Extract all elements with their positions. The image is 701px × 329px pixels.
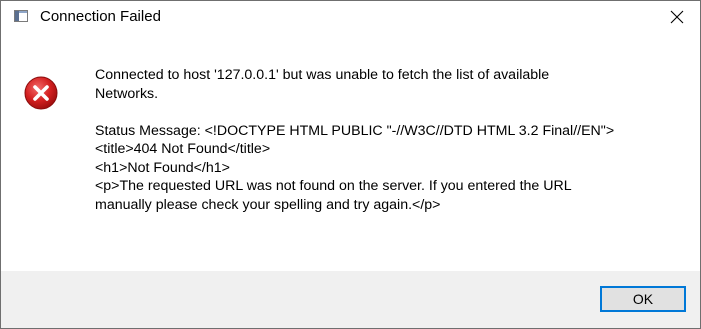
status-message-line: Status Message: <!DOCTYPE HTML PUBLIC "-… xyxy=(95,122,615,139)
message-line: Connected to host '127.0.0.1' but was un… xyxy=(95,67,550,83)
error-icon xyxy=(24,76,58,110)
close-icon xyxy=(670,10,684,23)
status-message-line: <title>404 Not Found</title> xyxy=(95,141,271,157)
status-message-line: <h1>Not Found</h1> xyxy=(95,159,230,176)
close-button[interactable] xyxy=(654,1,700,32)
connection-failed-dialog: Connection Failed Connected to host '127… xyxy=(0,0,701,329)
error-message: Connected to host '127.0.0.1' but was un… xyxy=(95,66,685,214)
title-bar[interactable]: Connection Failed xyxy=(1,1,700,32)
dialog-footer: OK xyxy=(1,271,700,328)
window-icon xyxy=(14,10,28,22)
window-title: Connection Failed xyxy=(40,8,161,25)
status-message-line: <p>The requested URL was not found on th… xyxy=(95,178,572,194)
dialog-content: Connected to host '127.0.0.1' but was un… xyxy=(1,32,700,272)
message-line: Networks. xyxy=(95,85,159,102)
ok-button[interactable]: OK xyxy=(600,286,686,312)
status-message-line: manually please check your spelling and … xyxy=(95,196,441,213)
